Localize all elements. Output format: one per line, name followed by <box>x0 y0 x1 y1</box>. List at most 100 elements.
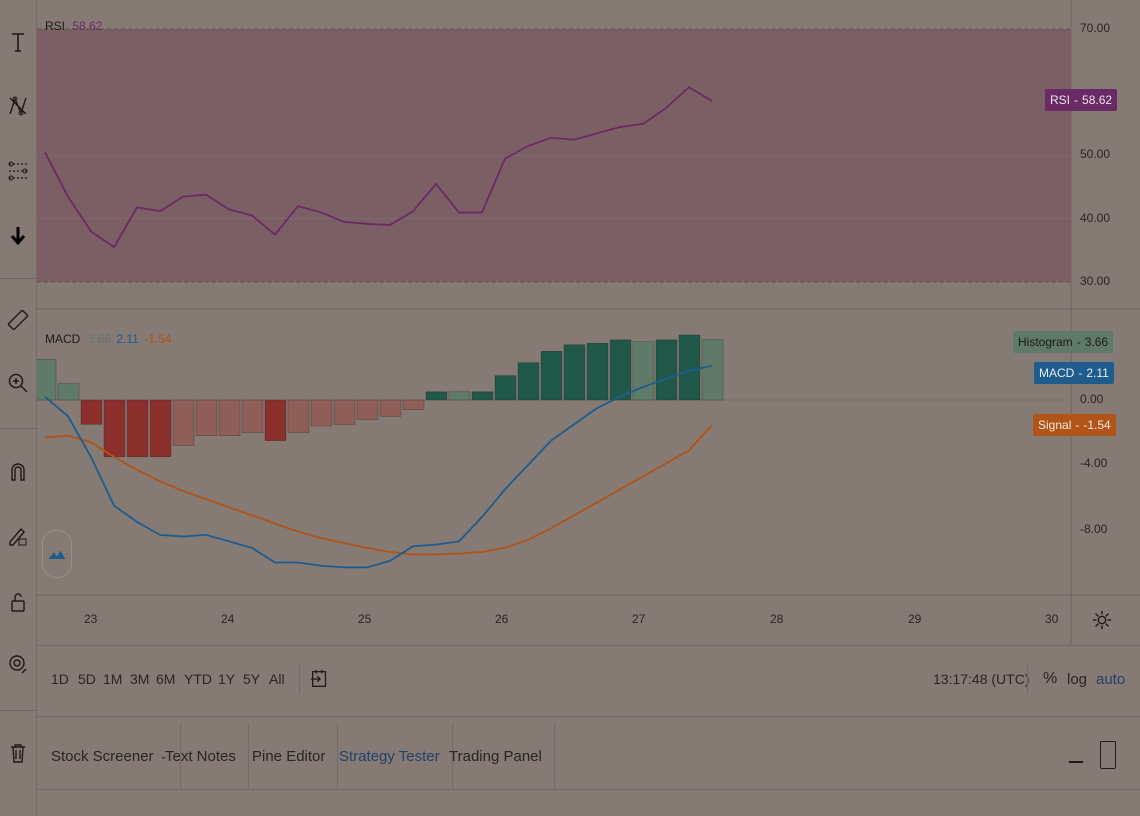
gear-icon[interactable] <box>1091 609 1113 631</box>
time-range-bar: 1D 5D 1M 3M 6M YTD 1Y 5Y All 13:17:48 (U… <box>37 645 1140 716</box>
rsi-legend-value: 58.62 <box>72 19 103 33</box>
chart-canvas[interactable] <box>37 0 1140 645</box>
zoom-in-icon[interactable] <box>0 363 36 403</box>
macd-histogram-bar <box>540 351 563 401</box>
macd-tag-label: MACD <box>1039 366 1075 380</box>
macd-histogram-bar <box>149 399 172 458</box>
signal-tag-value: -1.54 <box>1083 418 1111 432</box>
signal-tag-label: Signal <box>1038 418 1072 432</box>
forecast-tool-icon[interactable] <box>0 151 36 191</box>
macd-legend-macd: 2.11 <box>116 332 139 346</box>
percent-scale-button[interactable]: % <box>1043 670 1057 688</box>
rsi-legend-label: RSI <box>45 19 66 33</box>
signal-price-tag: Signal - -1.54 <box>1033 414 1116 436</box>
macd-histogram-bar <box>517 362 540 401</box>
rsi-legend: RSI 58.62 <box>45 19 102 33</box>
range-all-button[interactable]: All <box>269 671 285 687</box>
unlock-icon[interactable] <box>0 582 36 622</box>
macd-histogram-bar <box>563 344 586 401</box>
macd-histogram-bar <box>632 341 655 401</box>
tab-pine-editor-label: Pine Editor <box>252 747 326 765</box>
drawing-toolbar <box>0 0 37 815</box>
macd-axis-neg4: -4.00 <box>1080 456 1108 470</box>
macd-histogram-bar <box>678 334 701 401</box>
macd-histogram-bar <box>310 399 333 427</box>
tab-stock-screener-label: Stock Screener <box>51 747 154 765</box>
range-ytd-button[interactable]: YTD <box>184 671 212 687</box>
macd-legend-label: MACD <box>45 332 81 346</box>
histogram-tag-label: Histogram <box>1018 335 1073 349</box>
rsi-axis-50: 50.00 <box>1080 147 1111 161</box>
macd-histogram-bar <box>379 399 402 417</box>
tab-trading-panel[interactable]: Trading Panel <box>437 723 555 789</box>
text-tool-icon[interactable] <box>0 22 36 62</box>
macd-histogram-bar <box>448 391 471 401</box>
range-1d-button[interactable]: 1D <box>51 671 69 687</box>
rsi-axis-40: 40.00 <box>1080 211 1111 225</box>
utc-clock: 13:17:48 (UTC) <box>933 671 1030 687</box>
x-tick-23: 23 <box>84 612 98 626</box>
range-6m-button[interactable]: 6M <box>156 671 175 687</box>
pattern-tool-icon[interactable] <box>0 86 36 126</box>
macd-axis-neg8: -8.00 <box>1080 522 1108 536</box>
tab-text-notes[interactable]: Text Notes <box>153 723 249 789</box>
auto-scale-button[interactable]: auto <box>1096 671 1125 688</box>
macd-histogram-bar <box>218 399 241 436</box>
tab-pine-editor[interactable]: Pine Editor <box>240 723 339 789</box>
macd-histogram-bar <box>80 399 103 425</box>
x-tick-24: 24 <box>221 612 235 626</box>
macd-histogram-bar <box>586 342 609 401</box>
macd-histogram-bar <box>126 399 149 458</box>
ruler-icon[interactable] <box>0 300 36 340</box>
trash-icon[interactable] <box>0 733 36 773</box>
macd-histogram-bar <box>471 391 494 401</box>
arrow-down-icon[interactable] <box>0 215 36 255</box>
chart-area[interactable]: RSI 58.62 RSI - 58.62 70.00 50.00 40.00 … <box>37 0 1140 645</box>
rsi-price-tag: RSI - 58.62 <box>1045 89 1118 111</box>
macd-histogram-bar <box>195 399 218 436</box>
macd-histogram-bar <box>103 399 126 458</box>
macd-histogram-bar <box>287 399 310 433</box>
log-scale-button[interactable]: log <box>1067 671 1087 688</box>
range-5d-button[interactable]: 5D <box>78 671 96 687</box>
macd-histogram-bar <box>402 399 425 410</box>
rsi-axis-70: 70.00 <box>1080 21 1111 35</box>
macd-histogram-bar <box>57 383 80 401</box>
range-1m-button[interactable]: 1M <box>103 671 122 687</box>
bottom-panel: Stock Screener ⌄ Text Notes Pine Editor … <box>37 716 1140 816</box>
x-tick-29: 29 <box>908 612 922 626</box>
goto-date-icon[interactable] <box>309 668 331 695</box>
magnet-icon[interactable] <box>0 452 36 492</box>
tab-strategy-tester[interactable]: Strategy Tester <box>327 723 453 789</box>
range-1y-button[interactable]: 1Y <box>218 671 235 687</box>
macd-histogram-bar <box>37 359 57 401</box>
x-tick-27: 27 <box>632 612 646 626</box>
histogram-price-tag: Histogram - 3.66 <box>1013 331 1114 353</box>
tab-strategy-tester-label: Strategy Tester <box>339 747 440 765</box>
macd-histogram-bar <box>701 339 724 401</box>
macd-tag-value: 2.11 <box>1086 366 1109 380</box>
x-tick-30: 30 <box>1045 612 1059 626</box>
tab-text-notes-label: Text Notes <box>165 747 236 765</box>
eye-icon[interactable] <box>0 645 36 685</box>
minimize-panel-icon[interactable] <box>1069 761 1083 763</box>
macd-histogram-bar <box>241 399 264 433</box>
range-5y-button[interactable]: 5Y <box>243 671 260 687</box>
x-tick-28: 28 <box>770 612 784 626</box>
histogram-tag-value: 3.66 <box>1084 335 1109 349</box>
tradingview-logo-icon[interactable] <box>42 530 72 578</box>
macd-histogram-bar <box>264 399 287 441</box>
x-tick-25: 25 <box>358 612 372 626</box>
macd-legend-signal: -1.54 <box>144 332 172 346</box>
tab-trading-panel-label: Trading Panel <box>449 747 542 765</box>
range-3m-button[interactable]: 3M <box>130 671 149 687</box>
lock-drawing-icon[interactable] <box>0 516 36 556</box>
macd-histogram-bar <box>356 399 379 420</box>
macd-histogram-bar <box>494 375 517 401</box>
maximize-panel-icon[interactable] <box>1100 741 1116 769</box>
macd-legend: MACD 3.66 2.11 -1.54 <box>45 332 172 346</box>
macd-histogram-bar <box>655 339 678 401</box>
macd-legend-histogram: 3.66 <box>87 332 112 346</box>
macd-histogram-bar <box>425 391 448 401</box>
rsi-axis-30: 30.00 <box>1080 274 1111 288</box>
